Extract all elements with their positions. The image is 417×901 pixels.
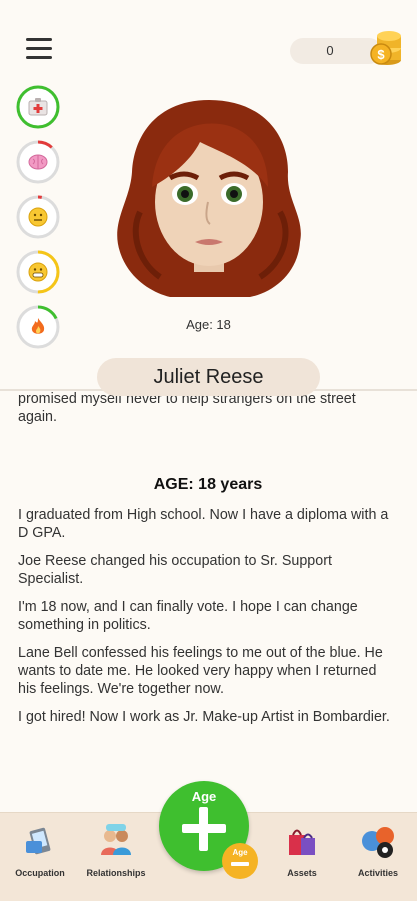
stat-happiness[interactable]: [16, 250, 60, 294]
coin-stack-icon[interactable]: $: [365, 26, 405, 66]
feed-entry: Joe Reese changed his occupation to Sr. …: [18, 553, 332, 587]
age-down-button[interactable]: Age: [222, 843, 258, 879]
nav-relationships-label: Relationships: [86, 868, 146, 878]
face-icon: [28, 207, 48, 227]
nav-activities-label: Activities: [357, 868, 399, 878]
nav-activities[interactable]: Activities: [338, 823, 417, 878]
minus-icon: [231, 862, 249, 866]
age-caption: Age: 18: [186, 317, 231, 332]
stat-health[interactable]: [16, 85, 60, 129]
nav-relationships[interactable]: Relationships: [76, 823, 156, 878]
feed-entry: I'm 18 now, and I can finally vote. I ho…: [18, 599, 358, 633]
balls-icon: [362, 827, 394, 858]
feed-entry: Lane Bell confessed his feelings to me o…: [18, 645, 383, 697]
grin-icon: [28, 262, 48, 282]
svg-text:$: $: [377, 47, 385, 62]
character-name: Juliet Reese: [97, 358, 320, 396]
character-avatar: [117, 100, 301, 297]
feed-entry: I graduated from High school. Now I have…: [18, 507, 389, 541]
life-event-feed: promised myself never to help strangers …: [18, 391, 398, 736]
feed-section-title: AGE: 18 years: [153, 476, 263, 493]
nav-occupation[interactable]: Occupation: [0, 823, 80, 878]
stat-smarts[interactable]: [16, 140, 60, 184]
feed-entry: I got hired! Now I work as Jr. Make-up A…: [18, 709, 390, 725]
coins-value: 0: [326, 43, 334, 58]
age-up-label: Age: [191, 789, 217, 804]
briefcase-icon: [26, 827, 51, 855]
age-down-label: Age: [232, 848, 248, 857]
nav-assets-label: Assets: [287, 868, 317, 878]
nav-assets[interactable]: Assets: [262, 823, 342, 878]
nav-occupation-label: Occupation: [15, 868, 65, 878]
shopping-bags-icon: [289, 829, 315, 855]
first-aid-icon: [28, 98, 48, 116]
brain-icon: [28, 154, 48, 170]
plus-icon-vertical: [199, 807, 208, 851]
stat-mood[interactable]: [16, 195, 60, 239]
people-icon: [101, 824, 131, 855]
hamburger-menu-icon[interactable]: [26, 38, 52, 62]
